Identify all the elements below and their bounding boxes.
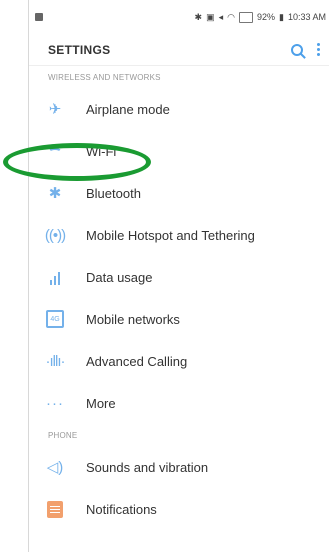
page-title: SETTINGS	[48, 42, 111, 57]
more-dots-icon: ···	[46, 394, 64, 412]
app-header: SETTINGS	[29, 34, 329, 66]
settings-item-label: Mobile networks	[86, 311, 180, 327]
settings-item-label: Mobile Hotspot and Tethering	[86, 227, 255, 243]
settings-item-airplane[interactable]: ✈ Airplane mode	[29, 88, 329, 130]
status-bar: ✱ ▣ ◂ ◠ 92% ▮ 10:33 AM	[29, 0, 329, 34]
more-options-icon[interactable]	[317, 43, 320, 56]
header-actions	[291, 43, 320, 56]
settings-item-wifi[interactable]: Wi-Fi	[29, 130, 329, 172]
signal-icon	[239, 11, 253, 23]
settings-item-label: Data usage	[86, 269, 153, 285]
settings-item-data-usage[interactable]: Data usage	[29, 256, 329, 298]
settings-screen: ✱ ▣ ◂ ◠ 92% ▮ 10:33 AM SETTINGS WIRELESS…	[28, 0, 329, 552]
data-usage-icon	[41, 266, 69, 288]
settings-item-bluetooth[interactable]: ✱ Bluetooth	[29, 172, 329, 214]
battery-percent: 92%	[257, 12, 276, 22]
airplane-icon: ✈	[48, 101, 62, 118]
bluetooth-status-icon: ✱	[194, 11, 203, 22]
mute-icon: ◂	[218, 11, 224, 22]
clock: 10:33 AM	[287, 12, 326, 22]
notifications-icon	[41, 498, 69, 520]
section-wireless: WIRELESS AND NETWORKS	[48, 72, 161, 82]
wifi-icon	[41, 140, 69, 162]
hotspot-icon: ((•))	[44, 226, 66, 244]
wifi-status-icon: ◠	[227, 11, 235, 22]
advanced-calling-icon: ·ıllı·	[45, 352, 66, 370]
nfc-icon: ▣	[206, 11, 215, 22]
settings-item-label: Bluetooth	[86, 185, 141, 201]
settings-item-notifications[interactable]: Notifications	[29, 488, 329, 530]
settings-item-sounds[interactable]: ◁) Sounds and vibration	[29, 446, 329, 488]
settings-item-more[interactable]: ··· More	[29, 382, 329, 424]
settings-item-label: Airplane mode	[86, 101, 170, 117]
section-phone: PHONE	[48, 430, 78, 440]
mobile-networks-icon: 4G	[41, 308, 69, 330]
search-icon[interactable]	[291, 43, 303, 56]
settings-item-hotspot[interactable]: ((•)) Mobile Hotspot and Tethering	[29, 214, 329, 256]
settings-item-label: Advanced Calling	[86, 353, 188, 369]
battery-icon: ▮	[279, 11, 284, 22]
speaker-icon: ◁)	[46, 459, 64, 476]
settings-item-mobile-networks[interactable]: 4G Mobile networks	[29, 298, 329, 340]
notification-icon	[35, 13, 43, 21]
settings-item-advanced-calling[interactable]: ·ıllı· Advanced Calling	[29, 340, 329, 382]
bluetooth-icon: ✱	[48, 185, 62, 202]
status-right: ✱ ▣ ◂ ◠ 92% ▮ 10:33 AM	[194, 11, 326, 23]
settings-item-label: Sounds and vibration	[86, 459, 209, 475]
settings-item-label: Wi-Fi	[86, 143, 117, 159]
settings-item-label: More	[86, 395, 116, 411]
settings-item-label: Notifications	[86, 501, 157, 517]
